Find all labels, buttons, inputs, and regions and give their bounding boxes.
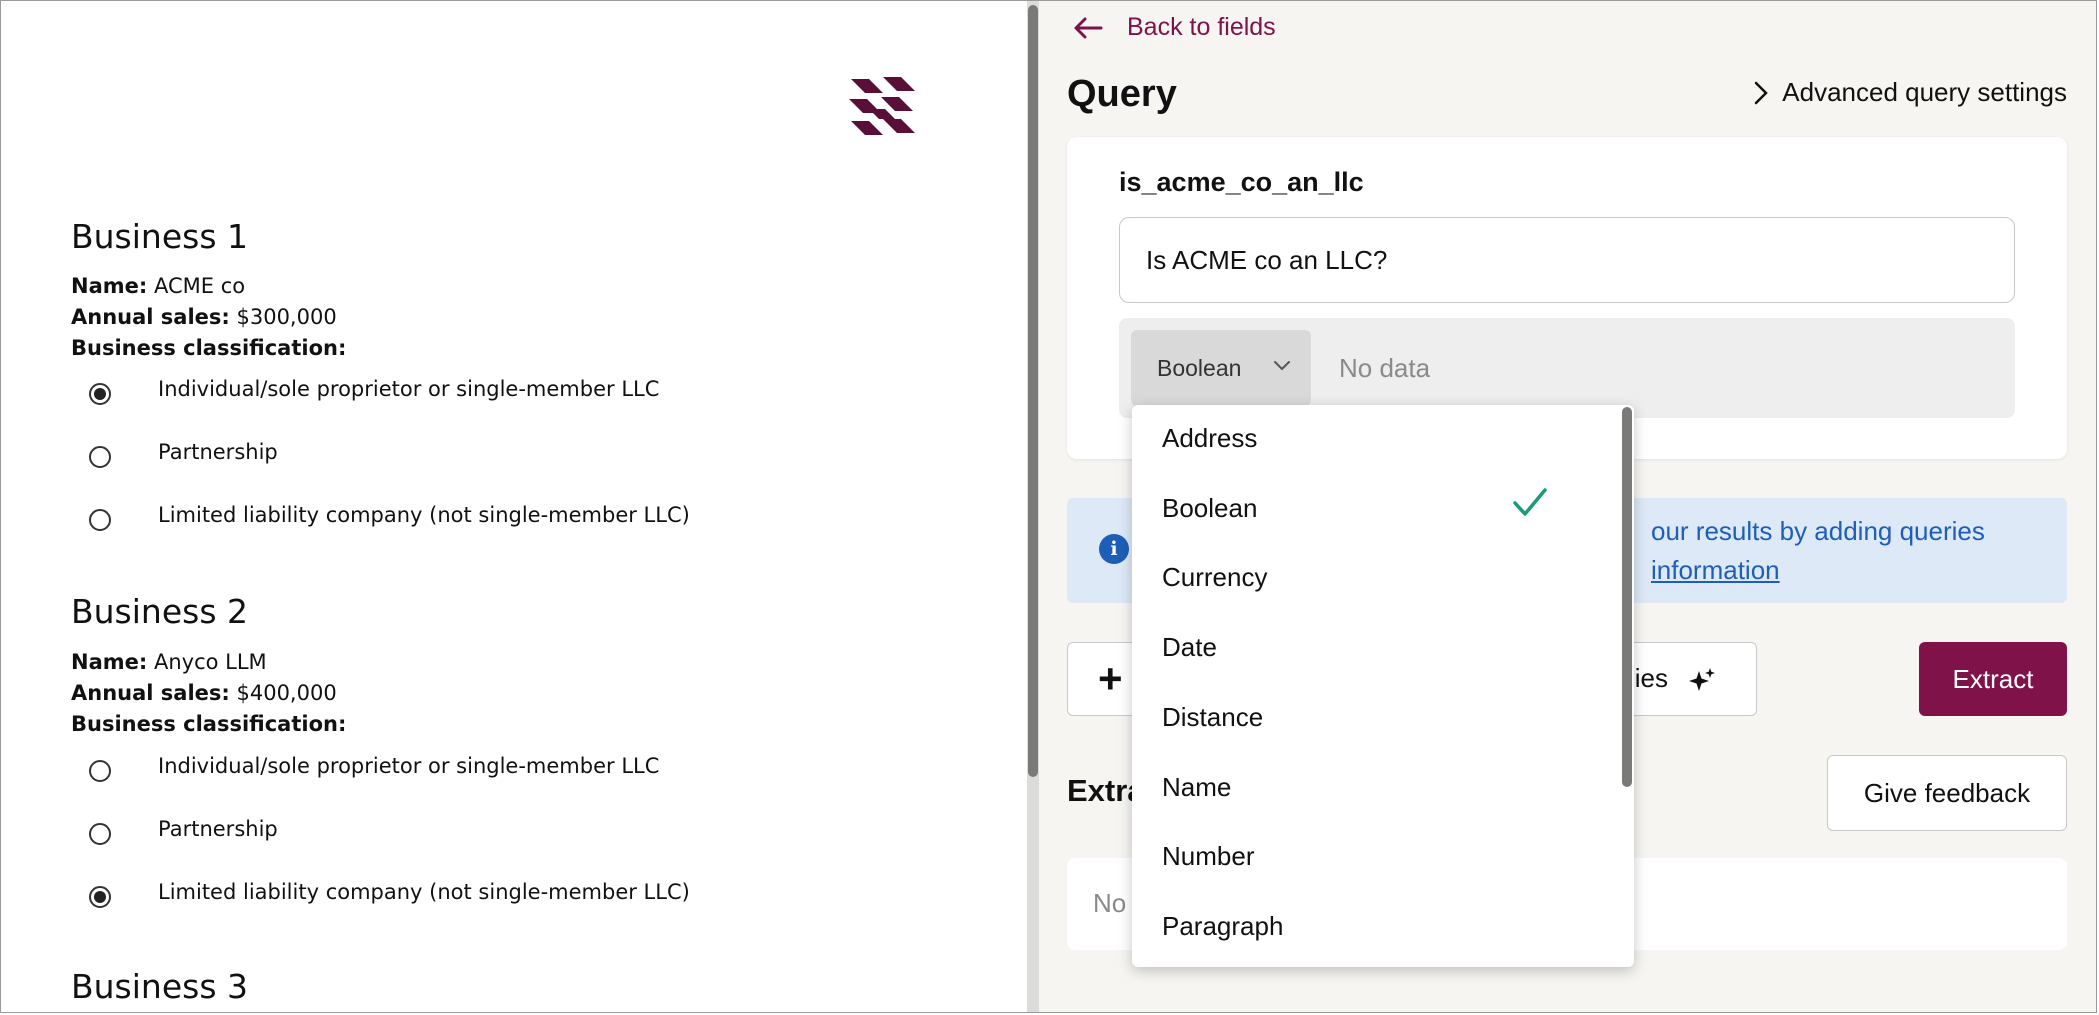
radio-button[interactable]	[89, 886, 111, 908]
dropdown-option-distance[interactable]: Distance	[1162, 702, 1263, 733]
business-1-sales: Annual sales: $300,000	[71, 305, 337, 329]
plus-icon: +	[1098, 655, 1123, 702]
sales-label: Annual sales:	[71, 305, 230, 329]
radio-label: Individual/sole proprietor or single-mem…	[158, 754, 660, 778]
radio-label: Limited liability company (not single-me…	[158, 503, 690, 527]
business-2-sales: Annual sales: $400,000	[71, 681, 337, 705]
type-dropdown-menu: Address Boolean Currency Date Distance N…	[1132, 405, 1634, 967]
document-viewer: Business 1 Name: ACME co Annual sales: $…	[1, 1, 1027, 1012]
suggest-queries-label[interactable]: ies	[1635, 663, 1668, 694]
dropdown-option-address[interactable]: Address	[1162, 423, 1257, 454]
radio-button[interactable]	[89, 509, 111, 531]
business-1-title: Business 1	[71, 217, 249, 256]
business-1-classification-label: Business classification:	[71, 336, 347, 360]
business-1-option-sole[interactable]: Individual/sole proprietor or single-mem…	[89, 377, 659, 409]
name-label: Name:	[71, 274, 148, 298]
name-label: Name:	[71, 650, 148, 674]
extractions-empty-text: No	[1093, 888, 1127, 918]
chevron-right-icon	[1755, 81, 1769, 104]
no-data-text: No data	[1339, 352, 1431, 383]
business-2-classification-label: Business classification:	[71, 712, 347, 736]
advanced-label: Advanced query settings	[1782, 77, 2067, 107]
name-value: ACME co	[153, 274, 246, 298]
app-window: Business 1 Name: ACME co Annual sales: $…	[0, 0, 2097, 1013]
sales-value: $400,000	[236, 681, 337, 705]
business-1-option-partnership[interactable]: Partnership	[89, 440, 278, 472]
brand-logo-icon	[849, 77, 915, 135]
dropdown-option-name[interactable]: Name	[1162, 772, 1231, 803]
type-select[interactable]: Boolean	[1131, 330, 1311, 406]
radio-label: Limited liability company (not single-me…	[158, 880, 690, 904]
business-1-name: Name: ACME co	[71, 274, 245, 298]
info-link[interactable]: information	[1651, 551, 1985, 590]
info-line: our results by adding queries	[1651, 516, 1985, 546]
radio-button[interactable]	[89, 383, 111, 405]
dropdown-option-currency[interactable]: Currency	[1162, 562, 1267, 593]
arrow-left-icon	[1074, 17, 1103, 38]
dropdown-option-boolean[interactable]: Boolean	[1162, 493, 1257, 524]
business-2-name: Name: Anyco LLM	[71, 650, 267, 674]
sparkle-icon	[1689, 668, 1715, 691]
give-feedback-button[interactable]: Give feedback	[1827, 755, 2067, 831]
radio-button[interactable]	[89, 823, 111, 845]
info-icon: i	[1099, 534, 1129, 564]
radio-label: Partnership	[158, 817, 278, 841]
radio-button[interactable]	[89, 760, 111, 782]
dropdown-option-date[interactable]: Date	[1162, 632, 1217, 663]
query-name: is_acme_co_an_llc	[1119, 167, 1364, 197]
query-text-input[interactable]: Is ACME co an LLC?	[1119, 217, 2015, 303]
business-2-title: Business 2	[71, 592, 249, 631]
business-2-option-llc[interactable]: Limited liability company (not single-me…	[89, 880, 690, 912]
sales-label: Annual sales:	[71, 681, 230, 705]
dropdown-option-paragraph[interactable]: Paragraph	[1162, 911, 1283, 942]
business-3-title: Business 3	[71, 967, 249, 1006]
page-title: Query	[1067, 73, 1177, 115]
extract-button[interactable]: Extract	[1919, 642, 2067, 716]
dropdown-scrollbar[interactable]	[1622, 407, 1632, 787]
dropdown-option-number[interactable]: Number	[1162, 841, 1254, 872]
business-2-option-sole[interactable]: Individual/sole proprietor or single-mem…	[89, 754, 659, 786]
name-value: Anyco LLM	[153, 650, 267, 674]
document-scrollbar-thumb[interactable]	[1028, 5, 1038, 777]
back-label: Back to fields	[1127, 13, 1276, 41]
business-1-option-llc[interactable]: Limited liability company (not single-me…	[89, 503, 690, 535]
checkmark-icon	[1513, 488, 1547, 516]
advanced-query-settings-toggle[interactable]: Advanced query settings	[1754, 77, 2067, 108]
radio-label: Individual/sole proprietor or single-mem…	[158, 377, 660, 401]
back-to-fields-link[interactable]: Back to fields	[1073, 13, 1276, 42]
radio-button[interactable]	[89, 446, 111, 468]
sales-value: $300,000	[236, 305, 337, 329]
business-2-option-partnership[interactable]: Partnership	[89, 817, 278, 849]
radio-label: Partnership	[158, 440, 278, 464]
type-select-value: Boolean	[1157, 354, 1242, 381]
query-result-row: Boolean No data	[1119, 318, 2015, 418]
info-text: our results by adding queries informatio…	[1651, 512, 1985, 590]
chevron-down-icon	[1274, 361, 1290, 371]
